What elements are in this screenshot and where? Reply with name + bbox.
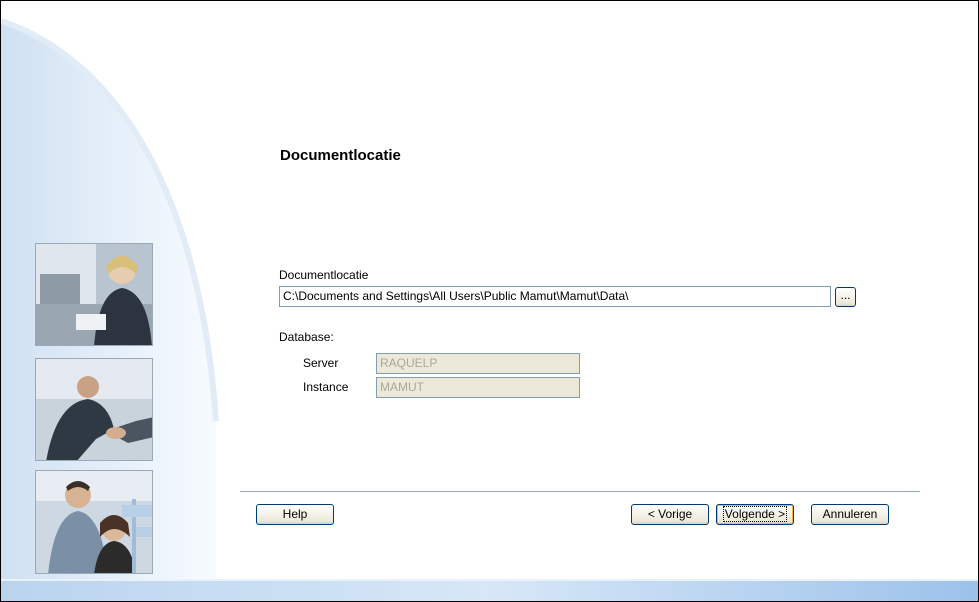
photo-handshake [35,358,153,461]
database-label: Database: [279,330,334,344]
next-button-label: Volgende > [722,506,788,522]
page-title: Documentlocatie [280,147,401,164]
instance-label: Instance [303,380,349,394]
document-location-label: Documentlocatie [279,268,369,282]
browse-button[interactable]: ... [835,287,856,307]
cancel-button[interactable]: Annuleren [811,504,889,525]
photo-couple-signpost [35,470,153,574]
server-label: Server [303,356,339,370]
document-location-field[interactable]: C:\Documents and Settings\All Users\Publ… [279,286,831,307]
divider-highlight [240,492,920,493]
next-button[interactable]: Volgende > [716,504,794,525]
instance-field: MAMUT [376,377,580,398]
server-field: RAQUELP [376,353,580,374]
back-button[interactable]: < Vorige [631,504,709,525]
wizard-window: Documentlocatie Documentlocatie C:\Docum… [0,0,979,602]
photo-woman-on-phone [35,243,153,346]
help-button[interactable]: Help [256,504,334,525]
